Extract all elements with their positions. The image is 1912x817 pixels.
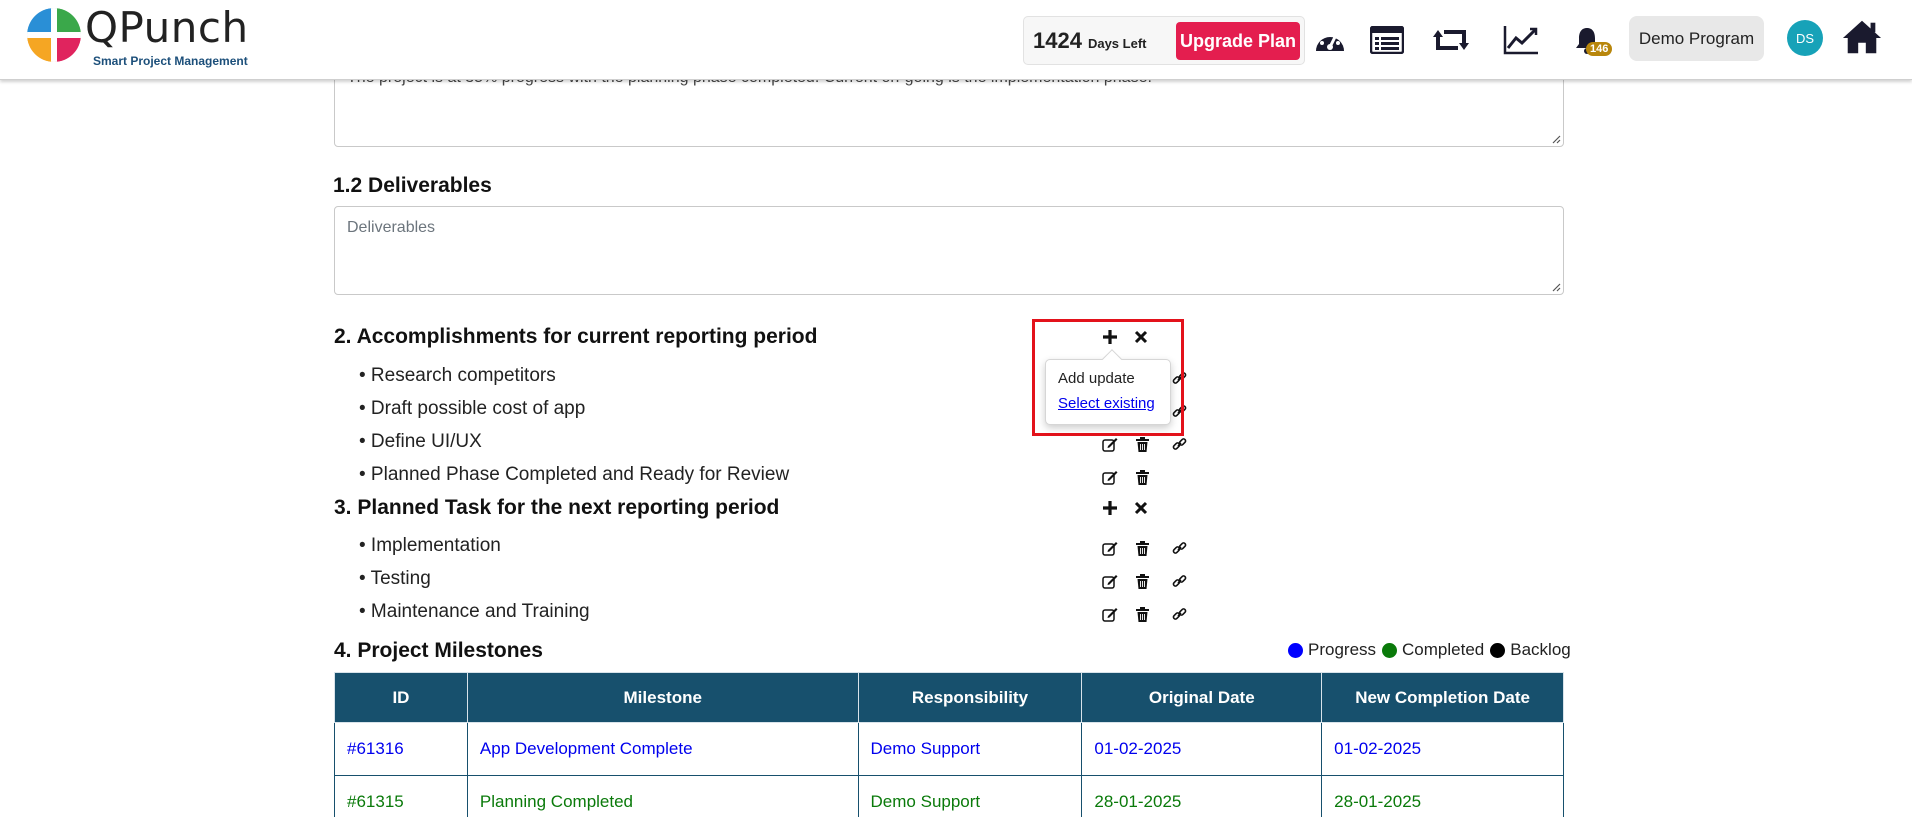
notification-count-badge: 146 [1586, 42, 1613, 56]
col-header-original-date[interactable]: Original Date [1081, 672, 1323, 723]
days-left-label: Days Left [1087, 36, 1147, 51]
milestone-responsibility: Demo Support [857, 722, 1083, 776]
milestone-original-date: 01-02-2025 [1081, 722, 1323, 776]
edit-icon[interactable] [1101, 572, 1119, 590]
milestone-new-date: 28-01-2025 [1321, 775, 1564, 817]
deliverables-placeholder: Deliverables [347, 219, 436, 236]
add-update-option[interactable]: Add update [1058, 370, 1158, 387]
milestone-responsibility: Demo Support [857, 775, 1083, 817]
legend-label-completed: Completed [1402, 640, 1485, 659]
upgrade-plan-button[interactable]: Upgrade Plan [1176, 22, 1300, 60]
col-header-milestone[interactable]: Milestone [466, 672, 859, 723]
milestones-title: 4. Project Milestones [334, 639, 543, 662]
logo-mark-icon [27, 8, 81, 62]
retweet-sync-icon[interactable] [1431, 20, 1471, 60]
table-row[interactable]: #61315 Planning Completed Demo Support 2… [334, 775, 1564, 817]
logo-title: QPunch [85, 3, 249, 52]
milestone-id[interactable]: #61315 [334, 775, 468, 817]
resize-grip-icon[interactable] [1551, 134, 1561, 144]
planned-tasks-title: 3. Planned Task for the next reporting p… [334, 496, 780, 519]
program-selector-button[interactable]: Demo Program [1629, 16, 1764, 61]
legend-dot-completed [1382, 642, 1398, 658]
add-planned-plus-icon[interactable] [1100, 498, 1120, 518]
milestone-name[interactable]: App Development Complete [466, 722, 859, 776]
link-icon[interactable] [1170, 572, 1188, 590]
milestone-new-date: 01-02-2025 [1321, 722, 1564, 776]
trash-icon[interactable] [1133, 605, 1151, 623]
list-view-icon[interactable] [1367, 20, 1407, 60]
col-header-responsibility[interactable]: Responsibility [857, 672, 1083, 723]
close-planned-x-icon[interactable] [1131, 498, 1151, 518]
accomplishment-item: • Research competitors [359, 365, 556, 386]
milestone-original-date: 28-01-2025 [1081, 775, 1323, 817]
trash-icon[interactable] [1133, 539, 1151, 557]
col-header-id[interactable]: ID [334, 672, 468, 723]
link-icon[interactable] [1170, 435, 1188, 453]
legend-label-backlog: Backlog [1510, 640, 1571, 659]
days-left-value: 1424 [1033, 27, 1082, 53]
qpunch-logo[interactable]: QPunch Smart Project Management [27, 3, 249, 68]
user-avatar[interactable]: DS [1787, 20, 1823, 56]
legend-label-progress: Progress [1308, 640, 1377, 659]
top-header: QPunch Smart Project Management 1424 Day… [0, 0, 1912, 80]
resize-grip-icon[interactable] [1551, 282, 1561, 292]
add-update-popover: Add update Select existing [1045, 349, 1171, 425]
home-icon[interactable] [1842, 17, 1882, 57]
planned-task-item: • Maintenance and Training [359, 601, 590, 622]
trash-icon[interactable] [1133, 572, 1151, 590]
select-existing-link[interactable]: Select existing [1058, 395, 1158, 412]
accomplishment-item: • Planned Phase Completed and Ready for … [359, 464, 790, 485]
trash-icon[interactable] [1133, 468, 1151, 486]
line-chart-icon[interactable] [1501, 20, 1541, 60]
milestone-name[interactable]: Planning Completed [466, 775, 859, 817]
milestone-legend: Progress Completed Backlog [1282, 640, 1571, 660]
edit-icon[interactable] [1101, 435, 1119, 453]
planned-task-item: • Implementation [359, 535, 501, 556]
legend-dot-backlog [1490, 642, 1506, 658]
accomplishment-item: • Draft possible cost of app [359, 398, 586, 419]
trash-icon[interactable] [1133, 435, 1151, 453]
accomplishment-item: • Define UI/UX [359, 431, 482, 452]
days-left-box: 1424 Days Left Upgrade Plan [1023, 16, 1305, 65]
deliverables-title: 1.2 Deliverables [333, 174, 492, 197]
col-header-new-completion-date[interactable]: New Completion Date [1321, 672, 1564, 723]
edit-icon[interactable] [1101, 539, 1119, 557]
table-row[interactable]: #61316 App Development Complete Demo Sup… [334, 722, 1564, 776]
link-icon[interactable] [1170, 539, 1188, 557]
accomplishments-title: 2. Accomplishments for current reporting… [334, 325, 818, 348]
planned-task-item: • Testing [359, 568, 431, 589]
milestone-id[interactable]: #61316 [334, 722, 468, 776]
notification-bell-icon[interactable]: 146 [1567, 20, 1613, 60]
edit-icon[interactable] [1101, 468, 1119, 486]
milestones-table: ID Milestone Responsibility Original Dat… [334, 672, 1564, 817]
edit-icon[interactable] [1101, 605, 1119, 623]
logo-subtitle: Smart Project Management [93, 54, 248, 68]
deliverables-textarea[interactable]: Deliverables [334, 206, 1564, 295]
link-icon[interactable] [1170, 605, 1188, 623]
legend-dot-progress [1288, 642, 1303, 658]
dashboard-gauge-icon[interactable] [1310, 20, 1350, 60]
